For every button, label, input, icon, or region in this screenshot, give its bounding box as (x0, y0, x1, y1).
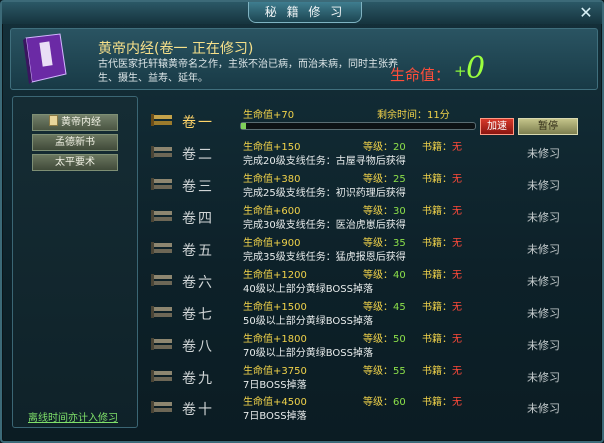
volume-row: 卷五 生命值+900 等级：35 书籍：无 完成35级支线任务：猛虎报恩后获得 … (140, 234, 596, 266)
book-requirement: 书籍：无 (422, 302, 462, 313)
book-requirement: 书籍：无 (422, 270, 462, 281)
hp-bonus: 生命值+380 (243, 174, 301, 185)
scroll-icon (151, 114, 172, 126)
obtain-condition: 完成30级支线任务：医治虎崽后获得 (243, 220, 406, 231)
book-marker-icon (49, 115, 58, 126)
level-requirement: 等级：25 (363, 174, 406, 185)
study-status: 未修习 (527, 307, 560, 320)
obtain-condition: 50级以上部分黄绿BOSS掉落 (243, 316, 373, 327)
study-status: 未修习 (527, 339, 560, 352)
volume-label: 卷二 (182, 147, 214, 163)
level-requirement: 等级：50 (363, 334, 406, 345)
obtain-condition: 40级以上部分黄绿BOSS掉落 (243, 284, 373, 295)
remaining-time: 剩余时间：11分 (377, 110, 450, 121)
life-total-value: 0 (466, 51, 486, 86)
book-cover-icon (23, 33, 67, 84)
hp-bonus: 生命值+3750 (243, 366, 307, 377)
hp-bonus: 生命值+70 (243, 110, 295, 121)
scroll-icon (151, 338, 172, 350)
study-status: 未修习 (527, 402, 560, 415)
book-title: 黄帝内经(卷一 正在修习) (98, 41, 254, 57)
study-status: 未修习 (527, 179, 560, 192)
scroll-icon (151, 242, 172, 254)
book-requirement: 书籍：无 (422, 397, 462, 408)
pause-button[interactable]: 暂停 (518, 118, 578, 135)
level-requirement: 等级：20 (363, 142, 406, 153)
book-button-mengde[interactable]: 孟德新书 (32, 134, 118, 151)
book-button-taiping[interactable]: 太平要术 (32, 154, 118, 171)
study-status: 未修习 (527, 147, 560, 160)
volume-row: 卷三 生命值+380 等级：25 书籍：无 完成25级支线任务：初识药理后获得 … (140, 170, 596, 202)
hp-bonus: 生命值+600 (243, 206, 301, 217)
life-total-label: 生命值： (390, 66, 451, 84)
window-title: 秘 籍 修 习 (248, 2, 362, 23)
scroll-icon (151, 306, 172, 318)
book-requirement: 书籍：无 (422, 238, 462, 249)
obtain-condition: 7日BOSS掉落 (243, 411, 307, 422)
volume-label: 卷三 (182, 179, 214, 195)
level-requirement: 等级：60 (363, 397, 406, 408)
scroll-icon (151, 274, 172, 286)
volume-label: 卷五 (182, 243, 214, 259)
speed-up-button[interactable]: 加速 (480, 118, 514, 135)
volume-label: 卷六 (182, 275, 214, 291)
scroll-icon (151, 370, 172, 382)
level-requirement: 等级：40 (363, 270, 406, 281)
hp-bonus: 生命值+900 (243, 238, 301, 249)
volume-list: 卷一 生命值+70 剩余时间：11分 加速 暂停 卷二 生命值+150 等级：2… (140, 96, 596, 426)
hp-bonus: 生命值+1200 (243, 270, 307, 281)
level-requirement: 等级：55 (363, 366, 406, 377)
progress-fill (241, 123, 246, 129)
level-requirement: 等级：35 (363, 238, 406, 249)
volume-row-current: 卷一 生命值+70 剩余时间：11分 加速 暂停 (140, 106, 596, 138)
volume-row: 卷四 生命值+600 等级：30 书籍：无 完成30级支线任务：医治虎崽后获得 … (140, 202, 596, 234)
hp-bonus: 生命值+1500 (243, 302, 307, 313)
life-total-plus: + (454, 62, 467, 80)
study-status: 未修习 (527, 211, 560, 224)
study-status: 未修习 (527, 243, 560, 256)
obtain-condition: 完成35级支线任务：猛虎报恩后获得 (243, 252, 406, 263)
volume-row: 卷九 生命值+3750 等级：55 书籍：无 7日BOSS掉落 未修习 (140, 362, 596, 394)
hp-bonus: 生命值+1800 (243, 334, 307, 345)
obtain-condition: 70级以上部分黄绿BOSS掉落 (243, 348, 373, 359)
secret-book-window: 秘 籍 修 习 ✕ 黄帝内经(卷一 正在修习) 古代医家托轩辕黄帝名之作，主张不… (0, 0, 604, 443)
obtain-condition: 完成20级支线任务：古屋寻物后获得 (243, 156, 406, 167)
volume-label: 卷八 (182, 339, 214, 355)
obtain-condition: 完成25级支线任务：初识药理后获得 (243, 188, 406, 199)
scroll-icon (151, 401, 172, 413)
study-status: 未修习 (527, 371, 560, 384)
scroll-icon (151, 178, 172, 190)
hp-bonus: 生命值+4500 (243, 397, 307, 408)
book-requirement: 书籍：无 (422, 206, 462, 217)
volume-label: 卷九 (182, 371, 214, 387)
volume-row: 卷二 生命值+150 等级：20 书籍：无 完成20级支线任务：古屋寻物后获得 … (140, 138, 596, 170)
scroll-icon (151, 146, 172, 158)
volume-label: 卷十 (182, 402, 214, 418)
level-requirement: 等级：45 (363, 302, 406, 313)
hp-bonus: 生命值+150 (243, 142, 301, 153)
book-requirement: 书籍：无 (422, 334, 462, 345)
book-requirement: 书籍：无 (422, 142, 462, 153)
volume-row: 卷七 生命值+1500 等级：45 书籍：无 50级以上部分黄绿BOSS掉落 未… (140, 298, 596, 330)
book-description: 古代医家托轩辕黄帝名之作，主张不治已病，而治未病，同时主张养生、摄生、益寿、延年… (98, 59, 398, 84)
obtain-condition: 7日BOSS掉落 (243, 380, 307, 391)
volume-label: 卷一 (182, 115, 214, 131)
scroll-icon (151, 210, 172, 222)
volume-row: 卷六 生命值+1200 等级：40 书籍：无 40级以上部分黄绿BOSS掉落 未… (140, 266, 596, 298)
level-requirement: 等级：30 (363, 206, 406, 217)
volume-row: 卷十 生命值+4500 等级：60 书籍：无 7日BOSS掉落 未修习 (140, 393, 596, 425)
volume-label: 卷四 (182, 211, 214, 227)
study-status: 未修习 (527, 275, 560, 288)
volume-label: 卷七 (182, 307, 214, 323)
close-icon[interactable]: ✕ (578, 5, 594, 21)
book-requirement: 书籍：无 (422, 174, 462, 185)
study-progress-bar (240, 122, 476, 130)
book-requirement: 书籍：无 (422, 366, 462, 377)
book-button-huangdi[interactable]: 黄帝内经 (32, 114, 118, 131)
offline-note-link[interactable]: 离线时间亦计入修习 (28, 409, 118, 424)
volume-row: 卷八 生命值+1800 等级：50 书籍：无 70级以上部分黄绿BOSS掉落 未… (140, 330, 596, 362)
